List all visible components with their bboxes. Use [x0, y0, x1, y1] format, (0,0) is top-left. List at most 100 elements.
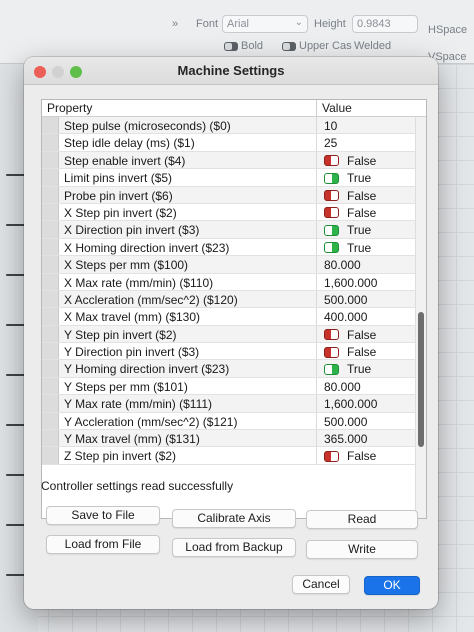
toggle-on-icon[interactable]	[324, 224, 339, 236]
upper-case-toggle[interactable]: Upper Cas	[282, 40, 352, 52]
toggle-off-icon[interactable]	[324, 346, 339, 358]
value-cell[interactable]: True	[324, 223, 371, 237]
ok-button[interactable]: OK	[364, 576, 420, 595]
row-header	[42, 343, 59, 360]
table-row[interactable]: Y Max travel (mm) ($131) 365.000	[42, 430, 416, 448]
property-cell: Z Step pin invert ($2)	[64, 449, 177, 464]
status-message: Controller settings read successfully	[41, 479, 234, 493]
value-cell[interactable]: 1,600.000	[324, 397, 377, 411]
value-text: False	[347, 153, 377, 168]
cancel-button[interactable]: Cancel	[292, 575, 350, 594]
table-row[interactable]: X Homing direction invert ($23) True	[42, 238, 416, 257]
value-cell[interactable]: False	[324, 206, 376, 220]
value-text: 80.000	[324, 379, 361, 394]
upper-case-label: Upper Cas	[299, 40, 352, 52]
value-cell[interactable]: 400.000	[324, 310, 367, 324]
load-from-file-button[interactable]: Load from File	[46, 535, 160, 554]
save-to-file-button[interactable]: Save to File	[46, 506, 160, 525]
row-header	[42, 238, 59, 256]
value-cell[interactable]: True	[324, 362, 371, 376]
value-text: 365.000	[324, 432, 368, 447]
table-row[interactable]: Limit pins invert ($5) True	[42, 169, 416, 187]
table-row[interactable]: Z Step pin invert ($2) False	[42, 447, 416, 465]
column-divider	[316, 169, 317, 186]
font-select[interactable]: Arial ⌄	[222, 15, 308, 33]
column-divider	[316, 221, 317, 238]
write-button[interactable]: Write	[306, 540, 418, 559]
value-cell[interactable]: False	[324, 328, 376, 342]
column-header-value[interactable]: Value	[322, 101, 352, 115]
table-row[interactable]: Y Step pin invert ($2) False	[42, 325, 416, 344]
toggle-off-icon[interactable]	[324, 155, 339, 167]
table-row[interactable]: Step pulse (microseconds) ($0) 10	[42, 117, 416, 135]
property-cell: Y Accleration (mm/sec^2) ($121)	[64, 414, 238, 429]
scrollbar-thumb[interactable]	[418, 312, 424, 447]
load-from-backup-button[interactable]: Load from Backup	[172, 538, 296, 557]
bold-toggle[interactable]: Bold	[224, 40, 263, 52]
welded-toggle[interactable]: Welded	[354, 40, 391, 52]
value-cell[interactable]: False	[324, 449, 376, 463]
toggle-off-icon[interactable]	[324, 329, 339, 341]
column-divider	[316, 308, 317, 325]
toggle-on-icon[interactable]	[324, 242, 339, 254]
row-header	[42, 395, 59, 412]
table-row[interactable]: Y Homing direction invert ($23) True	[42, 360, 416, 378]
value-cell[interactable]: 80.000	[324, 380, 361, 394]
toggle-off-icon[interactable]	[324, 190, 339, 202]
table-row[interactable]: X Accleration (mm/sec^2) ($120) 500.000	[42, 290, 416, 309]
value-cell[interactable]: 25	[324, 136, 337, 150]
table-row[interactable]: Y Accleration (mm/sec^2) ($121) 500.000	[42, 412, 416, 431]
value-cell[interactable]: 80.000	[324, 258, 361, 272]
column-divider	[316, 151, 317, 169]
value-cell[interactable]: 500.000	[324, 415, 367, 429]
toggle-off-icon[interactable]	[324, 450, 339, 462]
value-cell[interactable]: True	[324, 171, 371, 185]
value-cell[interactable]: 1,600.000	[324, 276, 377, 290]
calibrate-axis-button[interactable]: Calibrate Axis	[172, 509, 296, 528]
property-cell: X Max travel (mm) ($130)	[64, 310, 201, 325]
read-button[interactable]: Read	[306, 510, 418, 529]
row-header	[42, 290, 59, 308]
column-divider	[316, 430, 317, 447]
value-text: 80.000	[324, 258, 361, 273]
property-cell: X Direction pin invert ($3)	[64, 223, 200, 238]
table-scrollbar[interactable]	[415, 117, 426, 518]
column-divider	[316, 377, 317, 395]
toggle-off-icon[interactable]	[324, 207, 339, 219]
table-row[interactable]: Step enable invert ($4) False	[42, 151, 416, 170]
value-cell[interactable]: 10	[324, 119, 337, 133]
column-divider	[316, 134, 317, 151]
settings-table[interactable]: Property Value Step pulse (microseconds)…	[41, 99, 427, 519]
value-text: True	[347, 240, 372, 255]
property-cell: Probe pin invert ($6)	[64, 188, 173, 203]
value-text: True	[347, 223, 372, 238]
value-text: False	[347, 345, 377, 360]
value-cell[interactable]: False	[324, 345, 376, 359]
value-text: True	[347, 171, 372, 186]
height-input[interactable]: 0.9843	[352, 15, 418, 33]
toolbar-overflow-chevron[interactable]: »	[172, 18, 178, 30]
value-cell[interactable]: True	[324, 241, 371, 255]
table-row[interactable]: Y Direction pin invert ($3) False	[42, 343, 416, 361]
value-cell[interactable]: 365.000	[324, 432, 367, 446]
row-header	[42, 308, 59, 325]
toggle-on-icon[interactable]	[324, 172, 339, 184]
value-cell[interactable]: False	[324, 189, 376, 203]
table-row[interactable]: X Max rate (mm/min) ($110) 1,600.000	[42, 273, 416, 291]
toggle-on-icon[interactable]	[324, 363, 339, 375]
value-cell[interactable]: False	[324, 154, 376, 168]
table-row[interactable]: X Direction pin invert ($3) True	[42, 221, 416, 239]
column-divider	[316, 238, 317, 256]
table-row[interactable]: X Max travel (mm) ($130) 400.000	[42, 308, 416, 326]
property-cell: X Step pin invert ($2)	[64, 205, 177, 220]
dialog-titlebar[interactable]: Machine Settings	[24, 57, 438, 85]
table-row[interactable]: X Step pin invert ($2) False	[42, 203, 416, 222]
table-row[interactable]: Probe pin invert ($6) False	[42, 186, 416, 204]
table-row[interactable]: Y Steps per mm ($101) 80.000	[42, 377, 416, 396]
column-header-property[interactable]: Property	[47, 101, 92, 115]
table-row[interactable]: Y Max rate (mm/min) ($111) 1,600.000	[42, 395, 416, 413]
value-cell[interactable]: 500.000	[324, 293, 367, 307]
table-row[interactable]: X Steps per mm ($100) 80.000	[42, 256, 416, 274]
table-row[interactable]: Step idle delay (ms) ($1) 25	[42, 134, 416, 152]
text-toolbar: » Font Arial ⌄ Height 0.9843 HSpace VSpa…	[0, 0, 474, 64]
